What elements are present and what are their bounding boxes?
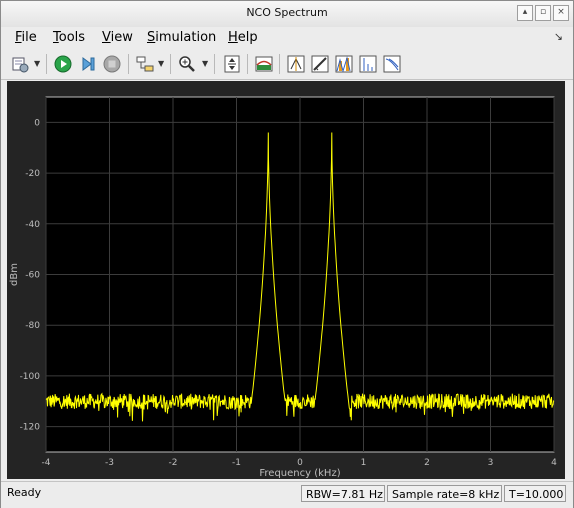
menu-bar: File Tools View Simulation Help ↘: [1, 27, 573, 49]
y-tick-label: -40: [25, 220, 40, 230]
zoom-dropdown-icon[interactable]: ▼: [202, 59, 208, 68]
y-tick-label: -80: [25, 321, 40, 331]
peak-finder-icon[interactable]: [333, 53, 355, 75]
x-tick-label: -4: [42, 458, 51, 468]
spectrum-plot[interactable]: -4 -3 -2 -1 0 1 2 3 4 0 -20 -40 -60 -80 -100 -120 Frequ…: [7, 81, 565, 479]
x-tick-label: 1: [361, 458, 367, 468]
time-readout: T=10.000: [504, 485, 566, 502]
distortion-icon[interactable]: [357, 53, 379, 75]
settings-dropdown-icon[interactable]: ▼: [34, 59, 40, 68]
play-icon[interactable]: [52, 53, 74, 75]
x-tick-label: 3: [488, 458, 494, 468]
close-button[interactable]: ×: [553, 5, 569, 21]
x-tick-label: 2: [424, 458, 430, 468]
x-tick-label: -1: [232, 458, 241, 468]
y-tick-label: -60: [25, 271, 40, 281]
y-axis-label: dBm: [9, 263, 20, 286]
menu-simulation[interactable]: Simulation: [147, 30, 216, 45]
spectrum-plot-panel: -4 -3 -2 -1 0 1 2 3 4 0 -20 -40 -60 -80 -100 -120 Frequ…: [7, 81, 565, 479]
scale-axes-icon[interactable]: [221, 53, 243, 75]
title-bar: NCO Spectrum ▴ ▫ ×: [1, 1, 573, 28]
y-tick-label: 0: [34, 118, 40, 128]
menu-file[interactable]: File: [15, 30, 37, 45]
menu-view[interactable]: View: [102, 30, 133, 45]
step-forward-icon[interactable]: [77, 53, 99, 75]
x-tick-label: -2: [169, 458, 178, 468]
sample-rate-readout: Sample rate=8 kHz: [387, 485, 502, 502]
x-tick-label: 0: [297, 458, 303, 468]
status-bar: Ready RBW=7.81 Hz Sample rate=8 kHz T=10…: [1, 481, 573, 508]
measurements-icon[interactable]: [309, 53, 331, 75]
nco-spectrum-window: NCO Spectrum ▴ ▫ × File Tools View Simul…: [0, 0, 574, 508]
window-title: NCO Spectrum: [246, 6, 328, 19]
settings-icon[interactable]: [9, 53, 31, 75]
x-tick-label: 4: [551, 458, 557, 468]
rbw-readout: RBW=7.81 Hz: [301, 485, 385, 502]
status-text: Ready: [7, 486, 42, 499]
y-tick-label: -120: [20, 423, 41, 433]
menu-help[interactable]: Help: [228, 30, 258, 45]
dock-pin-icon[interactable]: ↘: [554, 30, 563, 43]
shade-button[interactable]: ▴: [517, 5, 533, 21]
spectrum-settings-icon[interactable]: [253, 53, 275, 75]
x-tick-label: -3: [105, 458, 114, 468]
menu-tools[interactable]: Tools: [53, 30, 85, 45]
highlight-signal-icon[interactable]: [134, 53, 156, 75]
toolbar: ▼ ▼ ▼: [1, 49, 573, 80]
y-tick-label: -20: [25, 169, 40, 179]
highlight-dropdown-icon[interactable]: ▼: [158, 59, 164, 68]
data-cursors-icon[interactable]: [285, 53, 307, 75]
ccdf-icon[interactable]: [381, 53, 403, 75]
maximize-button[interactable]: ▫: [535, 5, 551, 21]
x-axis-label: Frequency (kHz): [259, 468, 340, 479]
stop-icon[interactable]: [101, 53, 123, 75]
zoom-in-icon[interactable]: [176, 53, 198, 75]
y-tick-label: -100: [20, 372, 41, 382]
